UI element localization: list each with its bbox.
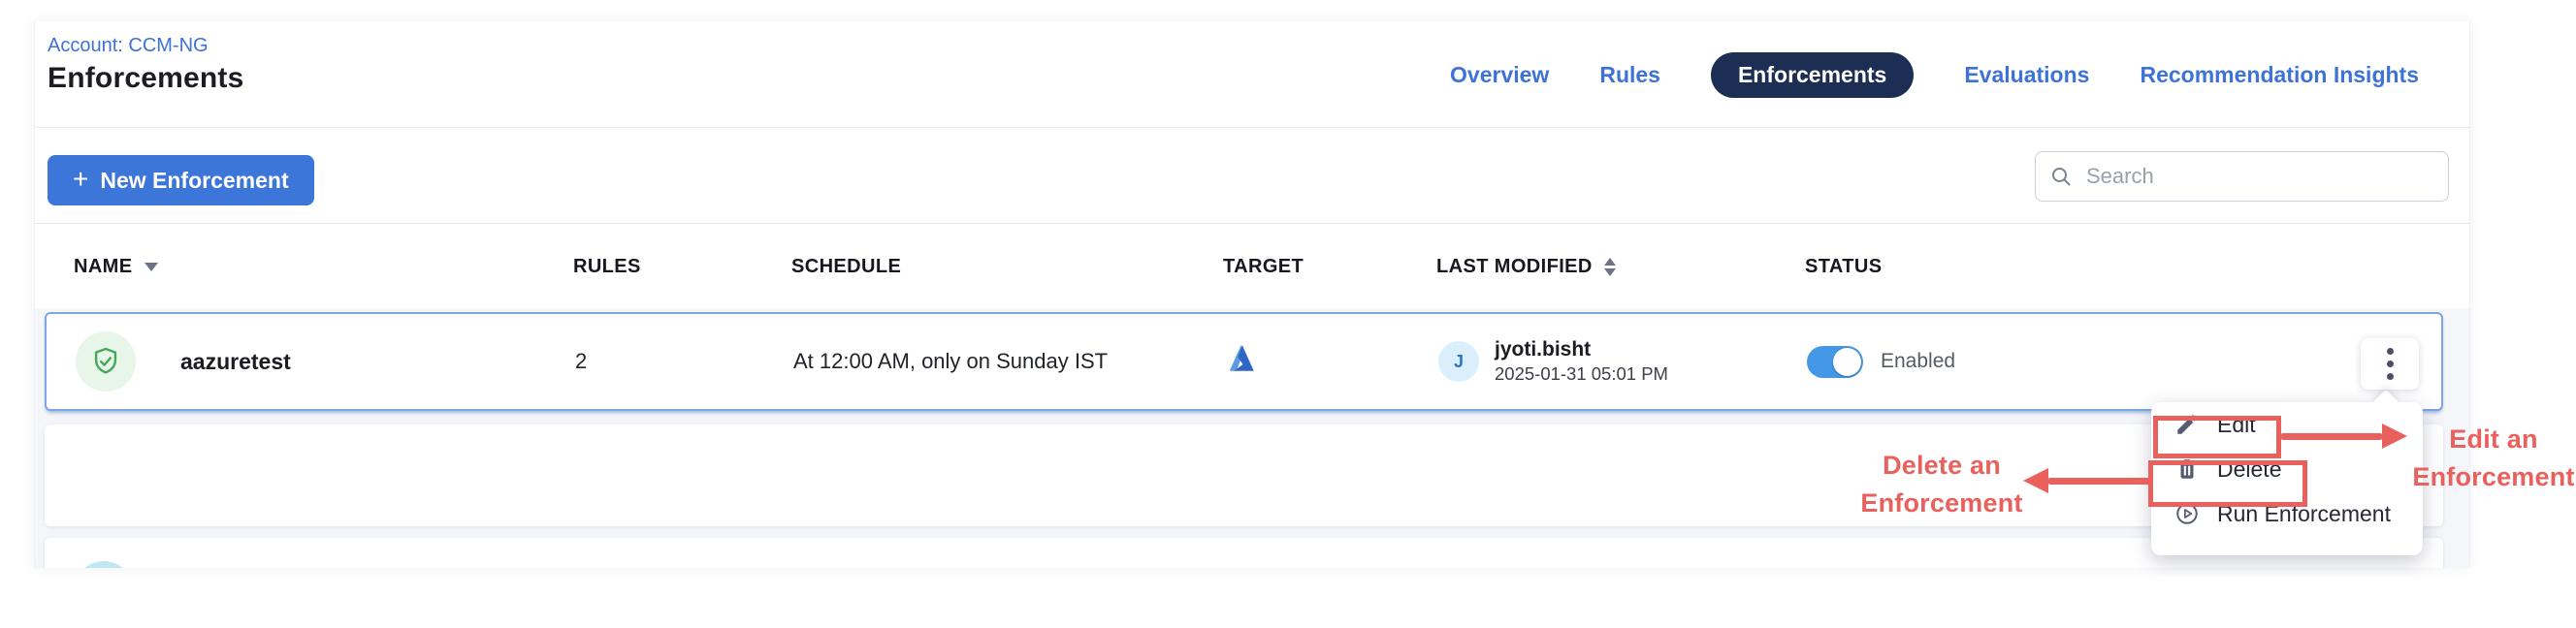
column-header-status: STATUS (1805, 256, 2443, 278)
tab-rules[interactable]: Rules (1599, 62, 1660, 88)
column-header-schedule: SCHEDULE (791, 256, 1223, 278)
enforcement-name: aazuretest (180, 349, 291, 375)
column-header-last-modified[interactable]: LAST MODIFIED (1436, 256, 1805, 278)
name-cell: aazuretest (76, 331, 575, 392)
rules-count: 2 (575, 349, 793, 374)
row-actions-button[interactable] (2361, 338, 2419, 390)
tab-recommendation-insights[interactable]: Recommendation Insights (2140, 62, 2419, 88)
azure-icon (1225, 343, 1258, 374)
modified-by: jyoti.bisht (1495, 337, 1668, 362)
sort-both-icon (1604, 258, 1616, 276)
delete-highlight-box (2148, 460, 2307, 507)
sort-desc-icon (145, 263, 158, 271)
new-enforcement-label: New Enforcement (100, 168, 288, 194)
tab-evaluations[interactable]: Evaluations (1964, 62, 2089, 88)
target-cell (1225, 343, 1438, 380)
edit-arrow (2281, 433, 2382, 440)
table-row[interactable] (45, 424, 2443, 526)
main-panel: Account: CCM-NG Enforcements Overview Ru… (34, 21, 2470, 568)
search-icon (2049, 165, 2073, 188)
table-header-row: NAME RULES SCHEDULE TARGET LAST MODIFIED… (45, 223, 2443, 310)
schedule-text: At 12:00 AM, only on Sunday IST (793, 349, 1225, 374)
search-box (2035, 151, 2449, 202)
edit-annotation: Edit an Enforcement (2411, 421, 2576, 496)
search-input[interactable] (2084, 163, 2434, 190)
avatar: J (1438, 341, 1479, 382)
shield-check-badge (76, 331, 136, 392)
page-title: Enforcements (48, 62, 243, 95)
edit-highlight-box (2153, 416, 2281, 458)
last-modified-cell: J jyoti.bisht 2025-01-31 05:01 PM (1438, 337, 1807, 386)
table-row[interactable]: aazuretest 2 At 12:00 AM, only on Sunday… (45, 312, 2443, 411)
status-cell: Enabled (1807, 346, 2441, 378)
header-divider (35, 127, 2469, 128)
column-header-name[interactable]: NAME (74, 256, 573, 278)
new-enforcement-button[interactable]: + New Enforcement (48, 155, 314, 205)
column-header-rules: RULES (573, 256, 791, 278)
enabled-toggle[interactable] (1807, 346, 1863, 378)
edit-arrow-head-icon (2382, 424, 2407, 449)
delete-annotation: Delete an Enforcement (1839, 447, 2045, 522)
row-type-badge (74, 561, 134, 568)
kebab-menu-icon (2387, 348, 2394, 355)
plus-icon: + (73, 166, 88, 193)
shield-check-icon (89, 345, 122, 378)
status-label: Enabled (1881, 350, 1955, 373)
tab-overview[interactable]: Overview (1450, 62, 1549, 88)
modified-at: 2025-01-31 05:01 PM (1495, 362, 1668, 386)
column-header-target: TARGET (1223, 256, 1436, 278)
table-row[interactable] (45, 538, 2443, 568)
tab-bar: Overview Rules Enforcements Evaluations … (1450, 52, 2419, 97)
enforcements-list: aazuretest 2 At 12:00 AM, only on Sunday… (35, 308, 2469, 568)
delete-arrow (2048, 478, 2151, 485)
tab-enforcements[interactable]: Enforcements (1711, 52, 1914, 98)
breadcrumb[interactable]: Account: CCM-NG (48, 35, 209, 57)
